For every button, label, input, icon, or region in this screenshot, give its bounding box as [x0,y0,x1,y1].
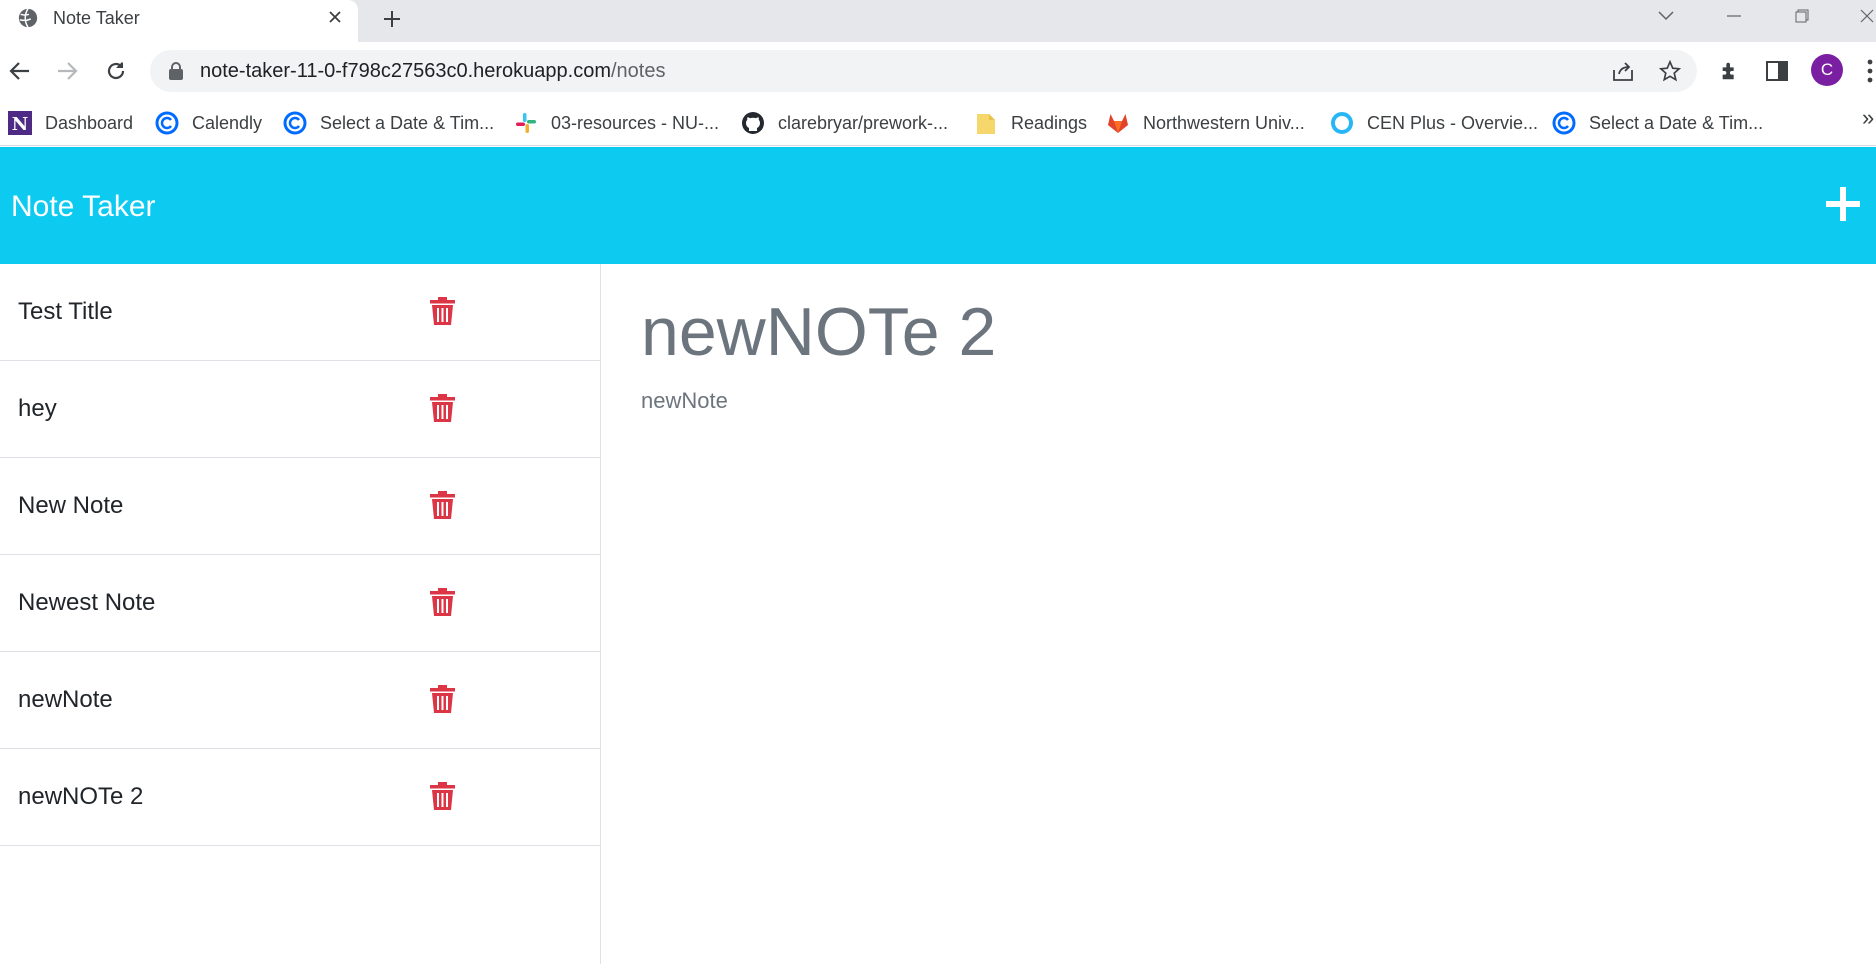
github-icon [741,111,765,135]
browser-tab-strip: Note Taker [0,0,1876,42]
northwestern-n-icon: N [8,111,32,135]
trash-icon[interactable] [430,297,455,325]
bookmark-item[interactable]: Northwestern Univ... [1106,109,1305,137]
extensions-puzzle-icon[interactable] [1714,55,1746,87]
minimize-icon[interactable] [1719,2,1749,30]
bookmark-label: clarebryar/prework-... [778,112,949,133]
more-bookmarks-chevron[interactable]: » [1862,105,1874,131]
note-title: Test Title [18,298,113,325]
bookmark-label: Readings [1011,112,1088,133]
folder-icon [974,111,998,135]
trash-icon[interactable] [430,782,455,810]
list-item[interactable]: New Note [0,458,601,555]
browser-toolbar: note-taker-11-0-f798c27563c0.herokuapp.c… [0,42,1876,100]
new-note-plus-icon[interactable] [1826,187,1860,221]
trash-icon[interactable] [430,685,455,713]
calendly-icon [1552,111,1576,135]
note-title: newNote [18,686,113,713]
address-bar[interactable]: note-taker-11-0-f798c27563c0.herokuapp.c… [150,50,1697,92]
notes-list: Test Title hey New Note Newest Note newN… [0,264,601,964]
restore-window-icon[interactable] [1787,2,1817,30]
list-item[interactable]: hey [0,361,601,458]
gitlab-icon [1106,111,1130,135]
slack-icon [514,111,538,135]
list-item[interactable]: newNOTe 2 [0,749,601,846]
calendly-icon [283,111,307,135]
bookmark-item[interactable]: Calendly [155,109,262,137]
globe-icon [18,8,38,28]
reload-icon[interactable] [98,53,134,89]
bookmark-label: Select a Date & Tim... [320,112,495,133]
bookmark-item[interactable]: Readings [974,109,1087,137]
url-text[interactable]: note-taker-11-0-f798c27563c0.herokuapp.c… [200,59,665,83]
cen-circle-icon [1330,111,1354,135]
note-textarea[interactable]: newNote [641,387,728,415]
bookmark-label: Northwestern Univ... [1143,112,1305,133]
profile-avatar[interactable]: C [1811,54,1843,86]
app-navbar: Note Taker [0,147,1876,264]
bookmark-label: CEN Plus - Overvie... [1367,112,1539,133]
side-panel-icon[interactable] [1761,55,1793,87]
bookmark-label: Select a Date & Tim... [1589,112,1764,133]
bookmark-label: 03-resources - NU-... [551,112,720,133]
trash-icon[interactable] [430,491,455,519]
bookmark-item[interactable]: Select a Date & Tim... [283,109,494,137]
note-title: Newest Note [18,589,156,616]
more-menu-icon[interactable] [1864,57,1876,85]
note-editor: newNOTe 2 newNote [602,264,1876,964]
bookmark-item[interactable]: 03-resources - NU-... [514,109,719,137]
calendly-icon [155,111,179,135]
browser-tab[interactable]: Note Taker [0,0,358,42]
list-item[interactable]: newNote [0,652,601,749]
tab-search-chevron-icon[interactable] [1651,2,1681,30]
trash-icon[interactable] [430,394,455,422]
bookmark-item[interactable]: Select a Date & Tim... [1552,109,1763,137]
forward-arrow-icon[interactable] [49,53,85,89]
svg-text:N: N [12,114,28,135]
list-item[interactable]: Newest Note [0,555,601,652]
url-path: /notes [611,60,666,82]
bookmark-star-icon[interactable] [1657,58,1683,84]
note-title: hey [18,395,57,422]
note-title-input[interactable]: newNOTe 2 [641,292,996,372]
bookmark-item[interactable]: CEN Plus - Overvie... [1330,109,1538,137]
close-window-icon[interactable] [1852,2,1876,30]
app-brand[interactable]: Note Taker [11,189,156,225]
bookmarks-bar: N Dashboard Calendly Select a Date & Tim… [0,100,1876,146]
url-host: note-taker-11-0-f798c27563c0.herokuapp.c… [200,60,611,82]
lock-icon[interactable] [168,62,184,80]
share-icon[interactable] [1610,58,1636,84]
bookmark-label: Calendly [192,112,263,133]
close-tab-icon[interactable] [323,5,347,29]
back-arrow-icon[interactable] [2,53,38,89]
bookmark-label: Dashboard [45,112,134,133]
bookmark-item[interactable]: N Dashboard [8,109,133,137]
note-title: newNOTe 2 [18,783,144,810]
new-tab-plus-icon[interactable] [377,5,407,33]
trash-icon[interactable] [430,588,455,616]
note-title: New Note [18,492,124,519]
tab-title: Note Taker [53,8,140,28]
list-item[interactable]: Test Title [0,264,601,361]
bookmark-item[interactable]: clarebryar/prework-... [741,109,948,137]
